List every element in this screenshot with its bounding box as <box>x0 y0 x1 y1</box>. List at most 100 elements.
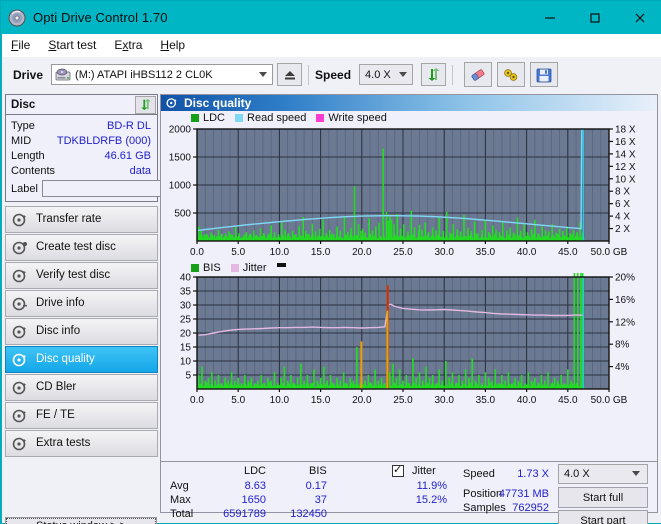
tools-button[interactable] <box>497 62 526 87</box>
stats-col-bis: BIS <box>309 465 327 477</box>
maximize-button[interactable] <box>572 1 617 34</box>
drive-info-icon <box>12 296 28 312</box>
fe-te-icon <box>12 408 28 424</box>
disc-label-key: Label <box>11 182 38 195</box>
menu-help[interactable]: Help <box>151 35 194 55</box>
sidebar-item-disc-info[interactable]: Disc info <box>5 318 158 345</box>
speed-select[interactable]: 4.0 X <box>359 64 414 85</box>
chevron-down-icon <box>632 471 640 476</box>
erase-button[interactable] <box>464 62 493 87</box>
svg-text:15.0: 15.0 <box>311 247 331 258</box>
chart-bis-jitter[interactable]: 5 10 15 20 25 30 35 40 4% 8% 12% 16% 20% 0.0 5.0 10.0 15… <box>161 273 657 406</box>
legend-marker-extra <box>276 262 286 267</box>
stats-row-max: Max <box>170 494 191 506</box>
disc-refresh-button[interactable] <box>135 95 156 114</box>
sidebar-label-verify-test-disc: Verify test disc <box>36 268 111 281</box>
drive-icon <box>55 68 71 82</box>
sidebar-item-fe-te[interactable]: FE / TE <box>5 402 158 429</box>
svg-text:50.0 GB: 50.0 GB <box>591 395 628 406</box>
client-area: FFileile Start test Extra Help Drive (M: <box>2 34 661 524</box>
legend-swatch-read-speed <box>235 114 244 122</box>
svg-text:4%: 4% <box>615 362 630 373</box>
disc-value-length: 46.61 GB <box>104 149 151 162</box>
start-full-button[interactable]: Start full <box>558 487 648 508</box>
disc-quality-icon <box>12 352 28 368</box>
drive-value: (M:) ATAPI iHBS112 2 CL0K <box>75 68 213 81</box>
chevron-down-icon <box>399 71 408 77</box>
eject-button[interactable] <box>277 63 303 86</box>
svg-text:25.0: 25.0 <box>393 395 413 406</box>
chart-ldc-readspeed[interactable]: 5001000150020002 X4 X6 X8 X10 X12 X14 X1… <box>161 125 657 259</box>
chevron-down-icon <box>259 71 268 77</box>
stats-panel: LDC BIS Avg Max Total 8.63 1650 6591789 … <box>161 461 657 524</box>
refresh-button[interactable] <box>421 63 447 86</box>
disc-row-type: Type BD-R DL <box>6 118 157 133</box>
menu-bar: FFileile Start test Extra Help <box>2 34 661 57</box>
sidebar-label-cd-bler: CD Bler <box>36 380 77 393</box>
svg-text:20.0: 20.0 <box>352 395 372 406</box>
disc-key-length: Length <box>11 149 45 162</box>
sidebar-label-fe-te: FE / TE <box>36 408 75 421</box>
svg-text:5.0: 5.0 <box>231 247 245 258</box>
disc-quality-panel: Disc quality LDC Read speed Write speed … <box>160 94 658 524</box>
sidebar-label-transfer-rate: Transfer rate <box>36 212 102 225</box>
disc-key-contents: Contents <box>11 164 56 177</box>
drive-select[interactable]: (M:) ATAPI iHBS112 2 CL0K <box>51 64 274 85</box>
svg-text:4 X: 4 X <box>615 212 630 223</box>
disc-quality-icon <box>166 97 178 109</box>
svg-text:15.0: 15.0 <box>311 395 331 406</box>
chart-1-wrap[interactable]: 500 1000 1500 2000 2 X4 X6 X8 X 10 X 12 X 14 X1… <box>161 125 657 259</box>
nav-list: Transfer rate Create test disc Verify te… <box>5 206 158 457</box>
svg-text:25.0: 25.0 <box>393 247 413 258</box>
left-panel: Disc Type BD-R DL MID TDKBLDRFB (000) Le… <box>5 94 246 511</box>
sidebar-label-disc-quality: Disc quality <box>36 352 95 365</box>
svg-text:40.0: 40.0 <box>517 395 537 406</box>
jitter-checkbox[interactable] <box>392 463 404 477</box>
start-part-button[interactable]: Start part <box>558 510 648 524</box>
svg-text:18 X: 18 X <box>615 125 636 136</box>
menu-extra[interactable]: Extra <box>105 35 151 55</box>
sidebar-item-drive-info[interactable]: Drive info <box>5 290 158 317</box>
svg-text:10: 10 <box>180 357 192 368</box>
sidebar-item-disc-quality[interactable]: Disc quality <box>5 346 158 373</box>
menu-start-test[interactable]: Start test <box>39 35 105 55</box>
disc-icon <box>8 9 26 27</box>
stats-jitter-avg: 11.9% <box>416 480 447 492</box>
sidebar-item-transfer-rate[interactable]: Transfer rate <box>5 206 158 233</box>
disc-speed-icon <box>12 212 28 228</box>
panel-title: Disc quality <box>184 96 252 110</box>
disc-key-mid: MID <box>11 134 32 147</box>
menu-file[interactable]: FFileile <box>2 35 39 55</box>
svg-text:10 X: 10 X <box>615 174 636 185</box>
save-button[interactable] <box>530 62 559 87</box>
svg-text:40.0: 40.0 <box>517 247 537 258</box>
svg-text:2000: 2000 <box>169 125 192 136</box>
svg-text:6 X: 6 X <box>615 199 630 210</box>
svg-text:12 X: 12 X <box>615 162 636 173</box>
svg-text:25: 25 <box>180 315 192 326</box>
test-speed-select[interactable]: 4.0 X <box>558 464 648 484</box>
sidebar-item-verify-test-disc[interactable]: Verify test disc <box>5 262 158 289</box>
toolbar-divider <box>308 64 310 85</box>
legend-label-read-speed: Read speed <box>247 112 307 124</box>
disc-value-mid: TDKBLDRFB (000) <box>56 134 151 147</box>
sidebar-item-extra-tests[interactable]: Extra tests <box>5 430 158 457</box>
svg-text:12%: 12% <box>615 317 635 328</box>
stats-total-ldc: 6591789 <box>223 508 266 520</box>
stats-speed-value: 1.73 X <box>517 468 549 480</box>
svg-text:45.0: 45.0 <box>558 395 578 406</box>
close-button[interactable] <box>617 1 661 34</box>
disc-verify-icon <box>12 268 28 284</box>
sidebar-item-cd-bler[interactable]: CD Bler <box>5 374 158 401</box>
title-bar: Opti Drive Control 1.70 <box>1 1 661 34</box>
speed-value: 4.0 X <box>365 68 391 81</box>
stats-total-bis: 132450 <box>290 508 327 520</box>
svg-text:20%: 20% <box>615 273 635 284</box>
disc-value-contents: data <box>129 164 151 177</box>
sidebar-item-create-test-disc[interactable]: Create test disc <box>5 234 158 261</box>
minimize-button[interactable] <box>527 1 572 34</box>
svg-text:0.0: 0.0 <box>190 247 204 258</box>
status-window-button[interactable]: Status window > > <box>5 517 157 524</box>
chart-2-wrap[interactable]: 5 10 15 20 25 30 35 40 4% 8% 12% 16% 20% 0.0 5.0 10.0 15… <box>161 273 657 406</box>
speed-label: Speed <box>315 67 352 82</box>
